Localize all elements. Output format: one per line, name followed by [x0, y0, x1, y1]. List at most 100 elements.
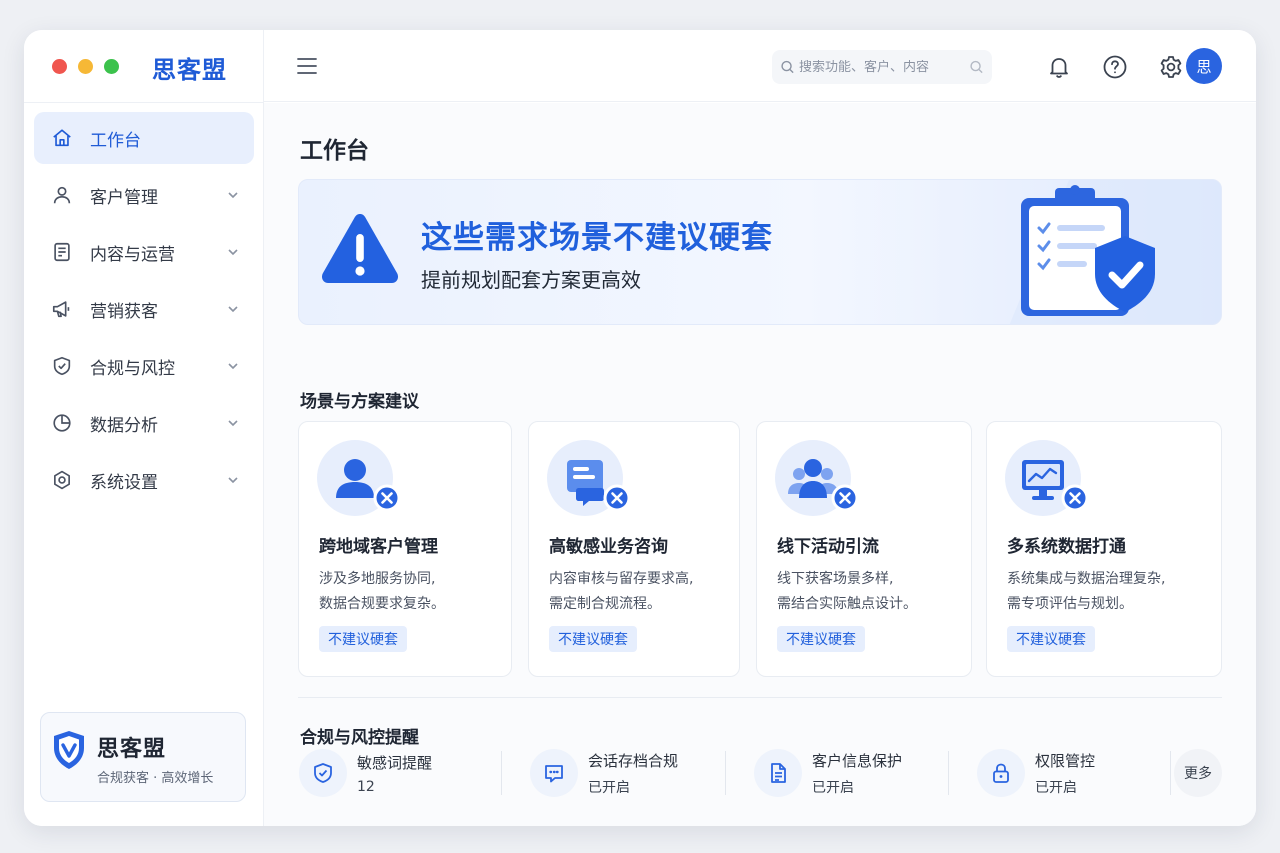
sidebar-item-analytics[interactable]: 数据分析 — [34, 397, 254, 449]
compliance-value: 已开启 — [812, 779, 854, 796]
sidebar-item-content-ops[interactable]: 内容与运营 — [34, 226, 254, 278]
card-title: 线下活动引流 — [777, 537, 879, 557]
sidebar-item-settings[interactable]: 系统设置 — [34, 454, 254, 506]
help-icon[interactable] — [1102, 54, 1128, 80]
search-icon — [781, 60, 794, 74]
avatar[interactable]: 思 — [1186, 48, 1222, 84]
window-controls — [52, 59, 119, 74]
app-logo: 思客盟 — [152, 56, 227, 84]
sidebar-item-label: 数据分析 — [90, 415, 158, 436]
not-recommended-tag: 不建议硬套 — [1007, 626, 1095, 652]
divider — [298, 697, 1222, 698]
shield-check-icon — [50, 354, 74, 378]
search-box[interactable] — [772, 50, 992, 84]
card-description: 涉及多地服务协同, — [319, 571, 436, 587]
sidebar-item-label: 工作台 — [90, 130, 141, 151]
file-icon — [754, 749, 802, 797]
chevron-down-icon — [228, 249, 238, 256]
card-description: 需结合实际触点设计。 — [777, 596, 917, 612]
brand-card: 思客盟 合规获客 · 高效增长 — [40, 712, 246, 802]
card-title: 跨地域客户管理 — [319, 537, 438, 557]
not-recommended-tag: 不建议硬套 — [549, 626, 637, 652]
compliance-label: 敏感词提醒 — [357, 753, 433, 772]
card-title: 多系统数据打通 — [1007, 537, 1126, 557]
section-title-compliance: 合规与风控提醒 — [300, 728, 419, 748]
sidebar-nav: 工作台 客户管理 内容与运营 营销获客 合规与风控 数据分析 系统设置 — [34, 112, 254, 511]
main-content: 工作台 这些需求场景不建议硬套 提前规划配套方案更高效 场景与方案建议 跨地域客… — [264, 103, 1256, 826]
sidebar-item-label: 营销获客 — [90, 301, 158, 322]
section-title-scenarios: 场景与方案建议 — [300, 392, 419, 412]
sidebar-item-workbench[interactable]: 工作台 — [34, 112, 254, 164]
compliance-item-customer-info[interactable]: 客户信息保护 已开启 — [754, 747, 902, 799]
close-window-button[interactable] — [52, 59, 67, 74]
chat-icon — [547, 440, 631, 516]
pie-chart-icon — [50, 411, 74, 435]
sidebar-item-compliance[interactable]: 合规与风控 — [34, 340, 254, 392]
lock-icon — [977, 749, 1025, 797]
scenario-card[interactable]: 多系统数据打通 系统集成与数据治理复杂, 需专项评估与规划。 不建议硬套 — [986, 421, 1222, 677]
chevron-down-icon — [228, 420, 238, 427]
monitor-chart-icon — [1005, 440, 1089, 516]
compliance-value: 12 — [357, 778, 375, 795]
megaphone-icon — [50, 297, 74, 321]
clipboard-shield-illustration — [1009, 180, 1221, 324]
minimize-window-button[interactable] — [78, 59, 93, 74]
more-button[interactable]: 更多 — [1174, 749, 1222, 797]
brand-slogan: 合规获客 · 高效增长 — [97, 771, 214, 786]
sidebar-item-label: 内容与运营 — [90, 244, 175, 265]
bell-icon[interactable] — [1046, 54, 1072, 80]
sidebar-item-label: 合规与风控 — [90, 358, 175, 379]
scenario-card[interactable]: 线下活动引流 线下获客场景多样, 需结合实际触点设计。 不建议硬套 — [756, 421, 972, 677]
chevron-down-icon — [228, 192, 238, 199]
warning-icon — [321, 214, 399, 283]
card-description: 需专项评估与规划。 — [1007, 596, 1133, 612]
chevron-down-icon — [228, 363, 238, 370]
compliance-value: 已开启 — [588, 779, 630, 796]
card-description: 数据合规要求复杂。 — [319, 596, 445, 612]
not-recommended-tag: 不建议硬套 — [319, 626, 407, 652]
compliance-item-permissions[interactable]: 权限管控 已开启 — [977, 747, 1095, 799]
banner-subtitle: 提前规划配套方案更高效 — [421, 268, 641, 292]
divider — [948, 751, 949, 795]
scenario-card[interactable]: 高敏感业务咨询 内容审核与留存要求高, 需定制合规流程。 不建议硬套 — [528, 421, 740, 677]
chevron-down-icon — [228, 306, 238, 313]
compliance-value: 已开启 — [1035, 779, 1077, 796]
brand-name: 思客盟 — [97, 737, 167, 762]
app-window: 思客盟 工作台 客户管理 内容与运营 营销获客 合规与风控 数据分析 系统设置 … — [24, 30, 1256, 826]
group-icon — [775, 440, 859, 516]
card-description: 需定制合规流程。 — [549, 596, 661, 612]
page-title: 工作台 — [300, 138, 369, 164]
menu-icon[interactable] — [296, 56, 318, 76]
search-icon[interactable] — [969, 59, 984, 75]
warning-banner: 这些需求场景不建议硬套 提前规划配套方案更高效 — [298, 179, 1222, 325]
user-icon — [50, 183, 74, 207]
home-icon — [50, 126, 74, 150]
gear-icon — [50, 468, 74, 492]
person-icon — [317, 440, 401, 516]
banner-title: 这些需求场景不建议硬套 — [421, 220, 773, 256]
divider — [1170, 751, 1171, 795]
settings-icon[interactable] — [1158, 54, 1184, 80]
scenario-cards: 跨地域客户管理 涉及多地服务协同, 数据合规要求复杂。 不建议硬套 高敏感业务咨… — [298, 421, 1222, 677]
sidebar-item-customers[interactable]: 客户管理 — [34, 169, 254, 221]
card-description: 内容审核与留存要求高, — [549, 571, 694, 587]
compliance-label: 会话存档合规 — [588, 751, 679, 770]
not-recommended-tag: 不建议硬套 — [777, 626, 865, 652]
compliance-label: 权限管控 — [1035, 751, 1096, 770]
search-input[interactable] — [799, 59, 969, 75]
sidebar-item-marketing[interactable]: 营销获客 — [34, 283, 254, 335]
divider — [501, 751, 502, 795]
compliance-label: 客户信息保护 — [812, 751, 903, 770]
brand-shield-icon — [54, 731, 84, 769]
sidebar: 思客盟 工作台 客户管理 内容与运营 营销获客 合规与风控 数据分析 系统设置 … — [24, 30, 264, 826]
sidebar-item-label: 客户管理 — [90, 187, 158, 208]
card-description: 线下获客场景多样, — [777, 571, 894, 587]
chevron-down-icon — [228, 477, 238, 484]
card-title: 高敏感业务咨询 — [549, 537, 668, 557]
top-header: 思 — [264, 30, 1256, 102]
compliance-item-session-archive[interactable]: 会话存档合规 已开启 — [530, 747, 678, 799]
compliance-item-sensitive-words[interactable]: 敏感词提醒 12 — [299, 747, 432, 799]
maximize-window-button[interactable] — [104, 59, 119, 74]
sidebar-item-label: 系统设置 — [90, 472, 158, 493]
scenario-card[interactable]: 跨地域客户管理 涉及多地服务协同, 数据合规要求复杂。 不建议硬套 — [298, 421, 512, 677]
